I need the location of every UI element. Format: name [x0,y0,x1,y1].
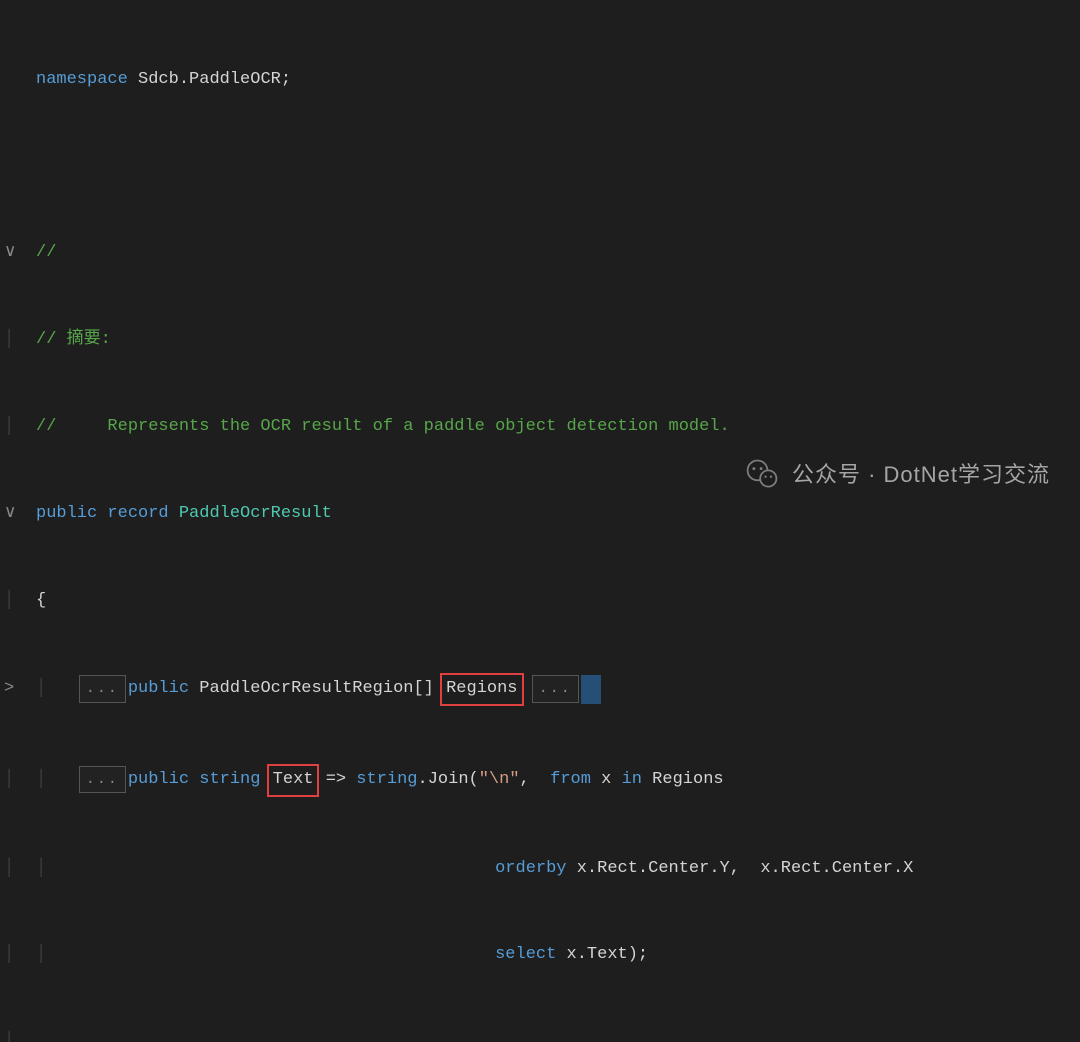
comment: // [36,243,56,262]
brace: { [36,591,46,610]
code-line: │ │ ...public string Text => string.Join… [0,764,913,797]
comma: , [520,770,540,789]
fold-chevron-icon[interactable]: ∨ [4,500,14,529]
code-line: > │ ...public PaddleOcrResultRegion[] Re… [0,673,913,706]
comment: // 摘要: [36,330,111,349]
watermark-text: 公众号 · DotNet学习交流 [792,456,1050,493]
collapsed-region[interactable]: ... [79,766,126,794]
code-line: │ // 摘要: [0,326,913,355]
wechat-icon [744,456,780,492]
highlight-box-regions: Regions [440,673,523,706]
keyword-string: string [356,770,417,789]
keyword-public: public [36,504,97,523]
keyword-string: string [199,770,260,789]
keyword-select: select [495,945,556,964]
code-line-blank [0,153,913,182]
code-line: │ // Represents the OCR result of a padd… [0,413,913,442]
fold-chevron-icon[interactable]: > [4,675,14,704]
highlight-box-text: Text [267,764,320,797]
code-line: ∨ // [0,239,913,268]
identifier: x [591,770,622,789]
namespace-name: Sdcb.PaddleOCR; [128,70,291,89]
code-line-blank: │ [0,1028,913,1042]
keyword-public: public [128,770,189,789]
code-line: namespace Sdcb.PaddleOCR; [0,66,913,95]
code-line: │ │ orderby x.Rect.Center.Y, x.Rect.Cent… [0,855,913,884]
fold-chevron-icon[interactable]: ∨ [4,239,14,268]
keyword-in: in [622,770,642,789]
expression: x.Rect.Center.Y, x.Rect.Center.X [567,859,914,878]
code-line: ∨ public record PaddleOcrResult [0,500,913,529]
collapsed-region[interactable]: ... [532,675,579,703]
code-editor[interactable]: namespace Sdcb.PaddleOCR; ∨ // │ // 摘要: … [0,0,913,1042]
identifier: Regions [642,770,724,789]
keyword-public: public [128,679,189,698]
comment: // Represents the OCR result of a paddle… [36,417,730,436]
property-name: Regions [446,679,517,698]
selection-highlight [581,675,601,704]
property-name: Text [273,770,314,789]
type-name: PaddleOcrResult [179,504,332,523]
keyword-record: record [107,504,168,523]
method-call: .Join( [418,770,479,789]
keyword-from: from [550,770,591,789]
keyword-namespace: namespace [36,70,128,89]
expression: x.Text); [556,945,648,964]
keyword-orderby: orderby [495,859,566,878]
arrow-token: => [326,770,346,789]
string-literal: "\n" [479,770,520,789]
type-ref: PaddleOcrResultRegion[] [199,679,434,698]
code-line: │ { [0,586,913,615]
code-line: │ │ select x.Text); [0,941,913,970]
collapsed-region[interactable]: ... [79,675,126,703]
watermark: 公众号 · DotNet学习交流 [744,456,1050,493]
